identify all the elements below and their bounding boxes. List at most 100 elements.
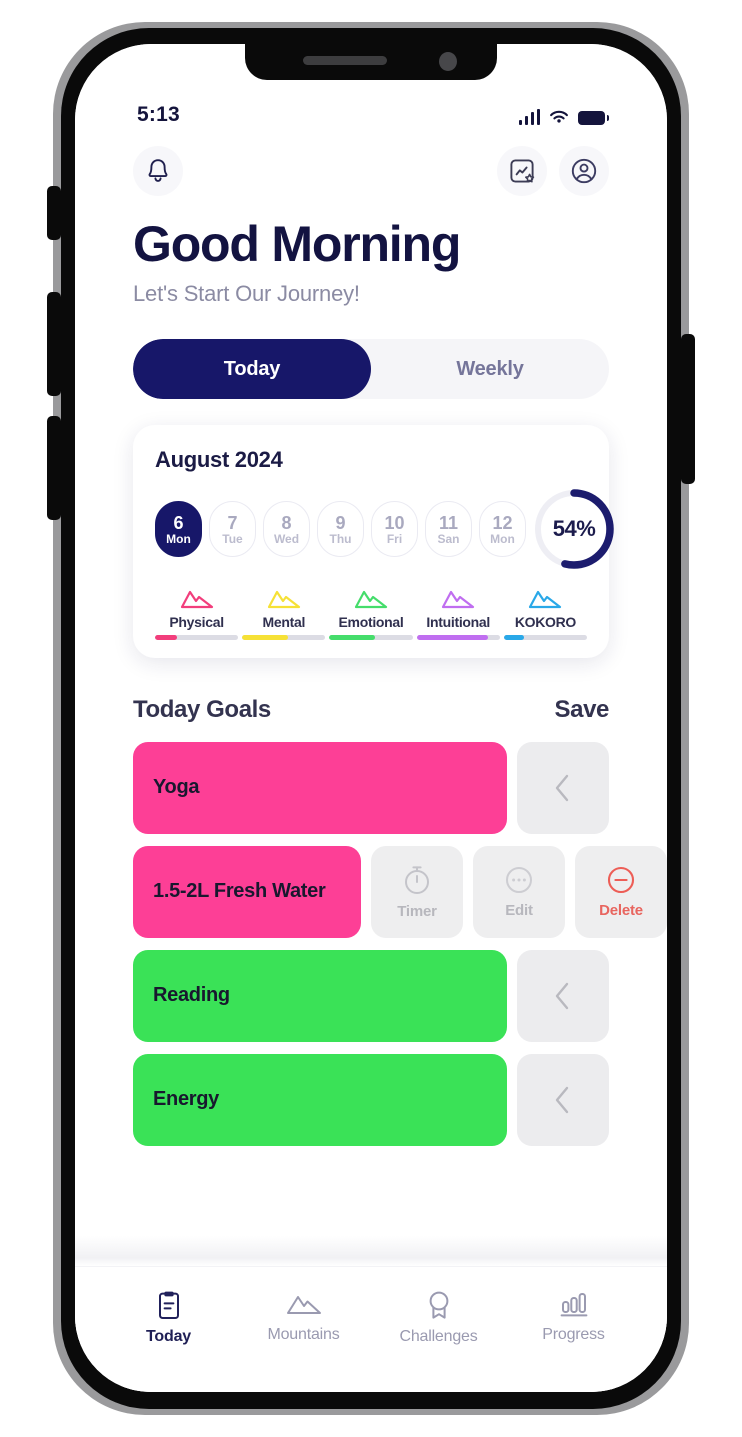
goal-row: Energy (133, 1053, 609, 1146)
goal-swipe-handle[interactable] (517, 949, 609, 1042)
day-name: Fri (386, 531, 403, 546)
calendar-day-9[interactable]: 9 Thu (317, 501, 364, 557)
goal-action-edit[interactable]: Edit (473, 845, 565, 938)
save-button[interactable]: Save (555, 696, 610, 724)
screenshot-stage: 5:13 Good Morning Let's Start Our Journe… (0, 0, 742, 1437)
day-number: 9 (335, 512, 346, 533)
calendar-day-10[interactable]: 10 Fri (371, 501, 418, 557)
mute-switch-button[interactable] (47, 186, 61, 240)
category-intuitional[interactable]: Intuitional (416, 587, 500, 640)
category-progress-bar (242, 635, 326, 640)
nav-item-challenges[interactable]: Challenges (383, 1289, 495, 1346)
tab-weekly[interactable]: Weekly (371, 339, 609, 399)
ellipsis-circle-icon (506, 867, 532, 893)
calendar-month-label: August 2024 (155, 447, 283, 472)
daily-progress-ring: 54% (532, 487, 616, 571)
battery-full-icon (578, 111, 609, 125)
bottom-navigation: Today Mountains Challenges Progress (75, 1266, 667, 1392)
goal-swipe-handle[interactable] (517, 741, 609, 834)
category-label: Physical (169, 614, 224, 630)
notifications-button[interactable] (133, 146, 183, 196)
category-kokoro[interactable]: KOKORO (503, 587, 588, 640)
goal-action-timer[interactable]: Timer (371, 845, 463, 938)
bell-icon (148, 159, 168, 182)
day-number: 6 (173, 512, 184, 533)
volume-down-button[interactable] (47, 292, 61, 396)
earpiece-speaker (303, 56, 387, 65)
goal-swipe-handle[interactable] (517, 1053, 609, 1146)
category-emotional[interactable]: Emotional (329, 587, 413, 640)
goal-row: Reading (133, 949, 609, 1042)
user-circle-icon (571, 158, 597, 184)
category-progress-bar (329, 635, 413, 640)
mountain-icon (180, 590, 213, 609)
status-time: 5:13 (137, 103, 180, 126)
greeting-block: Good Morning Let's Start Our Journey! (75, 196, 667, 307)
volume-up-button[interactable] (47, 416, 61, 520)
view-toggle-wrapper: Today Weekly (75, 307, 667, 399)
category-mental[interactable]: Mental (242, 587, 326, 640)
category-label: KOKORO (514, 614, 577, 630)
day-number: 10 (384, 512, 405, 533)
category-physical[interactable]: Physical (155, 587, 239, 640)
power-button[interactable] (681, 334, 695, 484)
goals-header: Today Goals Save (133, 696, 609, 724)
bar-chart-icon (560, 1293, 587, 1317)
goal-action-label: Delete (599, 902, 643, 919)
category-label: Intuitional (426, 614, 490, 630)
app-root: 5:13 Good Morning Let's Start Our Journe… (75, 44, 667, 1392)
day-number: 12 (492, 512, 513, 533)
tab-today[interactable]: Today (133, 339, 371, 399)
calendar-day-8[interactable]: 8 Wed (263, 501, 310, 557)
category-progress-bar (155, 635, 239, 640)
calendar-day-11[interactable]: 11 San (425, 501, 472, 557)
category-list: Physical Mental Emotional Intuitional KO… (155, 587, 588, 640)
insights-button[interactable] (497, 146, 547, 196)
goal-action-label: Edit (505, 902, 533, 919)
day-name: Mon (490, 531, 515, 546)
mountain-icon (286, 1296, 321, 1314)
nav-item-mountains[interactable]: Mountains (248, 1289, 360, 1344)
mountain-icon (442, 590, 475, 609)
view-toggle: Today Weekly (133, 339, 609, 399)
calendar-day-6[interactable]: 6 Mon (155, 501, 202, 557)
calendar-day-7[interactable]: 7 Tue (209, 501, 256, 557)
goal-item-yoga[interactable]: Yoga (133, 741, 507, 834)
chevron-left-icon (555, 774, 569, 801)
profile-button[interactable] (559, 146, 609, 196)
chevron-left-icon (555, 1086, 569, 1113)
calendar-day-12[interactable]: 12 Mon (479, 501, 526, 557)
day-number: 8 (281, 512, 292, 533)
goal-item-reading[interactable]: Reading (133, 949, 507, 1042)
app-top-bar (75, 130, 667, 196)
goal-action-label: Timer (397, 903, 437, 920)
day-number: 11 (438, 512, 459, 533)
goal-action-delete[interactable]: Delete (575, 845, 667, 938)
main-scroll-area[interactable]: August 2024 6 Mon 7 Tue 8 Wed 9 Thu 10 F… (75, 399, 667, 1266)
status-indicators (518, 109, 609, 130)
nav-label: Mountains (267, 1326, 340, 1343)
page-subtitle: Let's Start Our Journey! (133, 281, 360, 306)
day-name: Thu (329, 531, 352, 546)
calendar-day-strip: 6 Mon 7 Tue 8 Wed 9 Thu 10 Fri 11 San 12… (155, 501, 526, 557)
nav-item-progress[interactable]: Progress (518, 1289, 630, 1344)
goal-item-energy[interactable]: Energy (133, 1053, 507, 1146)
day-number: 7 (227, 512, 238, 533)
calendar-row: 6 Mon 7 Tue 8 Wed 9 Thu 10 Fri 11 San 12… (155, 487, 614, 571)
phone-screen: 5:13 Good Morning Let's Start Our Journe… (75, 44, 667, 1392)
category-progress-bar (503, 635, 588, 640)
goal-list: Yoga 1.5-2L Fresh Water Timer Edit Delet… (133, 741, 667, 1146)
phone-notch (245, 44, 497, 80)
scroll-fade-overlay (75, 1236, 667, 1266)
chevron-left-icon (555, 982, 569, 1009)
mountain-icon (529, 590, 562, 609)
top-bar-actions (497, 146, 609, 196)
day-name: Tue (222, 531, 243, 546)
nav-label: Progress (542, 1326, 605, 1343)
chart-star-icon (510, 159, 535, 183)
goal-item-fresh-water[interactable]: 1.5-2L Fresh Water (133, 845, 361, 938)
nav-label: Challenges (399, 1328, 478, 1345)
nav-item-today[interactable]: Today (113, 1289, 225, 1346)
goal-row: Yoga (133, 741, 609, 834)
day-name: San (437, 531, 460, 546)
